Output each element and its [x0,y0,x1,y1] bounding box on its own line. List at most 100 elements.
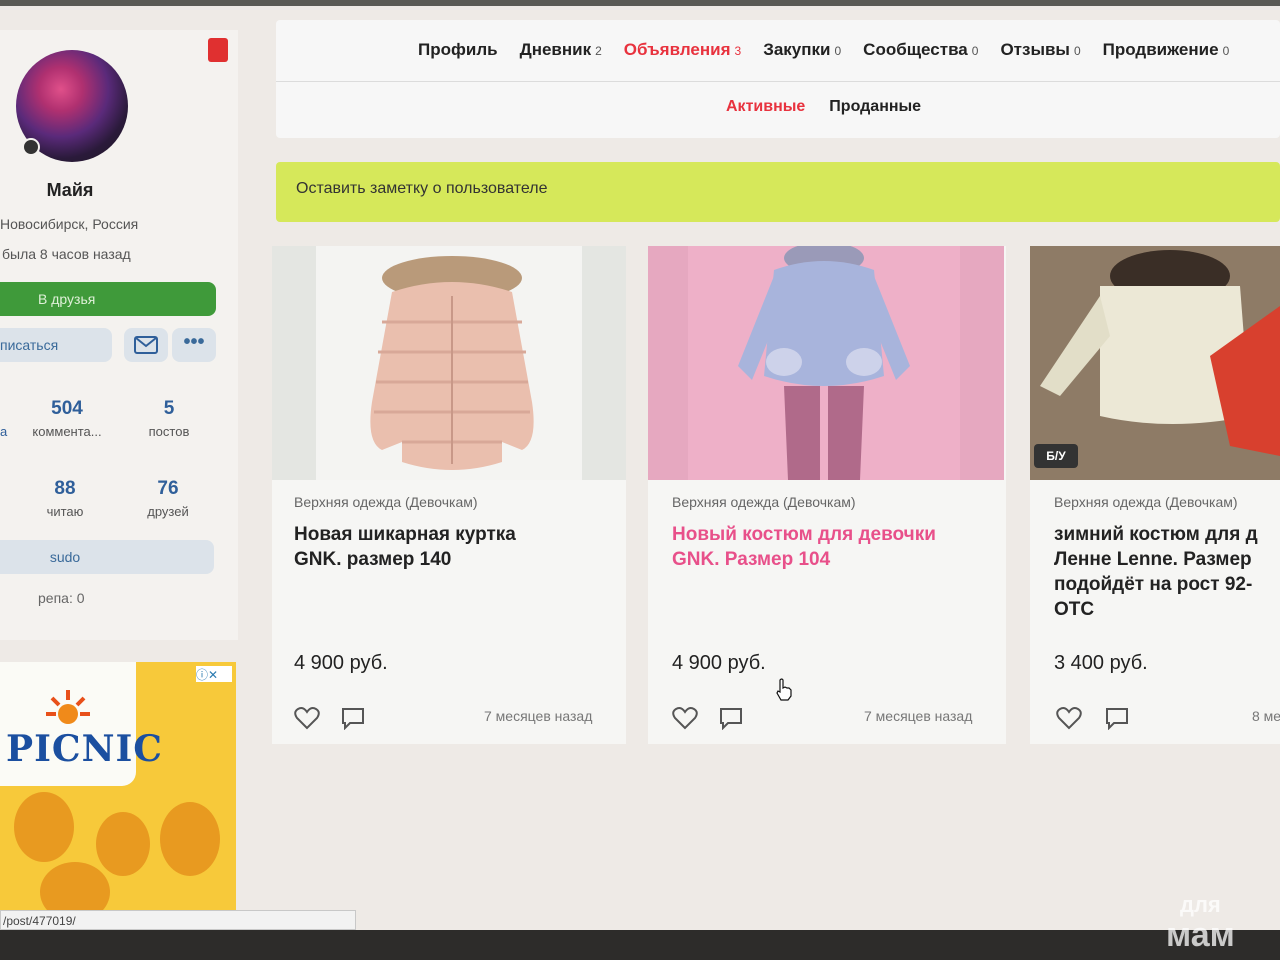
tab-label: Дневник [519,40,592,59]
tab-label: Объявления [623,40,731,59]
stat-value: 5 [163,398,175,419]
listing-title[interactable]: Новая шикарная куртка GNK. размер 140 [294,522,516,572]
bookmark-icon[interactable] [208,38,228,62]
profile-nav [276,20,1280,138]
tab-purchases[interactable]: Закупки 0 [763,40,841,60]
listing-title-line: GNK. Размер 104 [672,549,831,570]
profile-location: Новосибирск, Россия [0,216,139,232]
listing-category[interactable]: Верхняя одежда (Девочкам) [1054,494,1238,510]
sun-logo-icon [46,690,90,724]
stat-label: коммента... [32,424,102,439]
listing-card[interactable]: Верхняя одежда (Девочкам) Новая шикарная… [272,246,626,744]
listing-price: 3 400 руб. [1054,652,1148,674]
stat-label: друзей [147,504,189,519]
heart-icon[interactable] [294,706,320,730]
add-friend-button[interactable]: В друзья [0,282,216,316]
envelope-icon [134,336,158,354]
heart-icon[interactable] [1056,706,1082,730]
listing-title-line: Новая шикарная куртка [294,524,516,545]
listing-card[interactable]: Верхняя одежда (Девочкам) Новый костюм д… [648,246,1006,744]
watermark-line: мам [1166,916,1235,954]
user-note-text[interactable]: Оставить заметку о пользователе [296,180,548,198]
tab-count: 2 [595,44,602,58]
listing-title-line: зимний костюм для д [1054,524,1258,545]
tab-count: 0 [1073,44,1081,58]
tab-label: Отзывы [1000,40,1070,59]
watermark: для мам [1166,890,1235,952]
tab-label: Сообщества [863,40,968,59]
stat-label: читаю [46,504,84,519]
listing-time: 8 ме [1252,708,1280,724]
subtab-sold[interactable]: Проданные [829,98,921,116]
stat-posts[interactable]: 5 постов [119,398,219,439]
heart-icon[interactable] [672,706,698,730]
listing-title-line: GNK. размер 140 [294,549,452,570]
hand-cursor-icon [776,678,792,701]
ad-info-close-icon[interactable]: ⓘ✕ [196,666,232,682]
monitor-bezel-bottom [0,930,1280,960]
mail-button[interactable] [124,328,168,362]
listing-title-line: Ленне Lenne. Размер [1054,549,1252,570]
tab-count: 0 [834,44,842,58]
stat-following[interactable]: 88 читаю [15,478,115,519]
listing-time: 7 месяцев назад [484,708,593,724]
listing-price: 4 900 руб. [294,652,388,674]
tab-diary[interactable]: Дневник 2 [520,40,602,60]
tab-count: 0 [1222,44,1230,58]
stat-label: постов [148,424,190,439]
profile-tabs: Профиль Дневник 2 Объявления 3 Закупки 0 Со… [418,40,1229,60]
listing-image[interactable] [272,246,626,480]
used-badge: Б/У [1034,444,1078,468]
listing-title-line: Новый костюм для девочки [672,524,936,545]
listing-category[interactable]: Верхняя одежда (Девочкам) [294,494,478,510]
stat-comments[interactable]: 504 коммента... [17,398,117,439]
monitor-bezel-top [0,0,1280,6]
listing-title[interactable]: зимний костюм для д Ленне Lenne. Размер … [1054,522,1258,622]
blue-suit-image [738,246,910,480]
listing-category[interactable]: Верхняя одежда (Девочкам) [672,494,856,510]
tab-count: 3 [734,44,742,58]
stat-value: 88 [54,478,76,499]
ad-character [96,812,150,876]
tab-count: 0 [971,44,979,58]
stat-cut-label: а [0,424,8,439]
tab-label: Продвижение [1102,40,1219,59]
status-bar-url: /post/477019/ [0,910,356,930]
tab-communities[interactable]: Сообщества 0 [863,40,978,60]
listing-image[interactable] [648,246,1004,480]
profile-name: Майя [46,180,94,200]
listing-price: 4 900 руб. [672,652,766,674]
comment-icon[interactable] [1104,706,1130,730]
ad-character [14,792,74,862]
tab-reviews[interactable]: Отзывы 0 [1000,40,1080,60]
ad-brand: PICNIC [6,728,163,770]
group-badge[interactable]: sudo [0,540,214,574]
ads-subtabs: Активные Проданные [726,98,921,116]
profile-last-seen: была 8 часов назад [2,246,131,262]
tab-promotion[interactable]: Продвижение 0 [1103,40,1230,60]
tab-profile[interactable]: Профиль [418,40,498,60]
status-dot-icon [22,138,40,156]
pink-jacket-image [370,256,534,470]
tab-ads[interactable]: Объявления 3 [624,40,741,60]
ad-character [40,862,110,912]
stat-value: 76 [157,478,179,499]
write-message-button[interactable]: писаться [0,328,112,362]
avatar[interactable] [16,50,128,162]
tab-label: Закупки [763,40,831,59]
more-button[interactable]: ••• [172,328,216,362]
listing-time: 7 месяцев назад [864,708,973,724]
ad-character [160,802,220,876]
reputation: репа: 0 [38,590,85,606]
listing-title[interactable]: Новый костюм для девочки GNK. Размер 104 [672,522,936,572]
comment-icon[interactable] [340,706,366,730]
subtab-active[interactable]: Активные [726,98,805,116]
comment-icon[interactable] [718,706,744,730]
tab-label: Профиль [418,40,498,59]
stat-value: 504 [51,398,83,419]
stat-friends[interactable]: 76 друзей [118,478,218,519]
ad-banner[interactable]: PICNIC ⓘ✕ [0,662,236,912]
listing-card[interactable]: Верхняя одежда (Девочкам) зимний костюм … [1030,246,1280,744]
nav-divider [276,81,1280,82]
listing-title-line: ОТС [1054,599,1095,620]
